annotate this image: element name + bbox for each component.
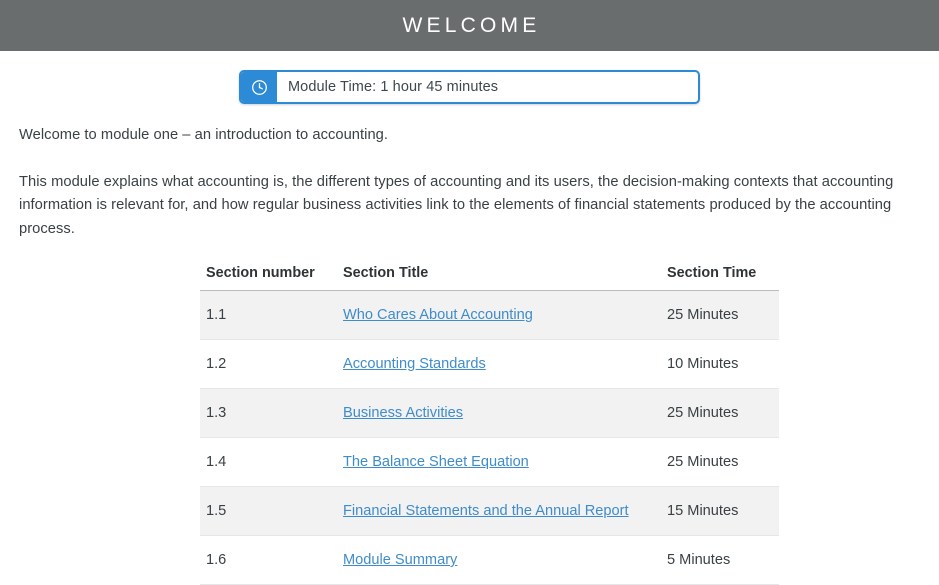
cell-section-title: The Balance Sheet Equation (337, 437, 661, 487)
module-time-container: Module Time: 1 hour 45 minutes (0, 70, 939, 104)
cell-section-number: 1.5 (200, 486, 337, 536)
column-header-section-time: Section Time (661, 265, 779, 291)
page-header-bar: WELCOME (0, 0, 939, 51)
table-header-row: Section number Section Title Section Tim… (200, 265, 779, 291)
table-row: 1.2 Accounting Standards 10 Minutes (200, 339, 779, 389)
section-link[interactable]: Accounting Standards (343, 356, 486, 372)
section-link[interactable]: The Balance Sheet Equation (343, 454, 529, 470)
cell-section-title: Financial Statements and the Annual Repo… (337, 486, 661, 536)
cell-section-time: 25 Minutes (661, 290, 779, 340)
cell-section-number: 1.4 (200, 437, 337, 487)
section-link[interactable]: Business Activities (343, 405, 463, 421)
section-link[interactable]: Module Summary (343, 552, 457, 568)
cell-section-time: 25 Minutes (661, 388, 779, 438)
table-row: 1.5 Financial Statements and the Annual … (200, 486, 779, 536)
sections-table-head: Section number Section Title Section Tim… (200, 265, 779, 291)
cell-section-title: Who Cares About Accounting (337, 290, 661, 340)
sections-table-container: Section number Section Title Section Tim… (0, 265, 939, 585)
column-header-section-number: Section number (200, 265, 337, 291)
column-header-section-title: Section Title (337, 265, 661, 291)
intro-section: Welcome to module one – an introduction … (0, 124, 939, 241)
clock-icon (241, 72, 277, 102)
cell-section-time: 25 Minutes (661, 437, 779, 487)
section-link[interactable]: Who Cares About Accounting (343, 307, 533, 323)
cell-section-number: 1.6 (200, 535, 337, 585)
section-link[interactable]: Financial Statements and the Annual Repo… (343, 503, 629, 519)
sections-table-body: 1.1 Who Cares About Accounting 25 Minute… (200, 290, 779, 585)
sections-table: Section number Section Title Section Tim… (200, 265, 779, 585)
cell-section-number: 1.3 (200, 388, 337, 438)
intro-paragraph-2: This module explains what accounting is,… (19, 173, 894, 237)
table-row: 1.3 Business Activities 25 Minutes (200, 388, 779, 438)
cell-section-number: 1.2 (200, 339, 337, 389)
cell-section-time: 5 Minutes (661, 535, 779, 585)
table-row: 1.4 The Balance Sheet Equation 25 Minute… (200, 437, 779, 487)
intro-paragraph-1: Welcome to module one – an introduction … (19, 127, 389, 143)
module-time-badge: Module Time: 1 hour 45 minutes (239, 70, 700, 104)
cell-section-title: Accounting Standards (337, 339, 661, 389)
page-title: WELCOME (402, 14, 541, 37)
table-row: 1.1 Who Cares About Accounting 25 Minute… (200, 290, 779, 340)
cell-section-title: Business Activities (337, 388, 661, 438)
cell-section-number: 1.1 (200, 290, 337, 340)
table-row: 1.6 Module Summary 5 Minutes (200, 535, 779, 585)
cell-section-title: Module Summary (337, 535, 661, 585)
module-time-label: Module Time: 1 hour 45 minutes (288, 79, 499, 95)
cell-section-time: 10 Minutes (661, 339, 779, 389)
cell-section-time: 15 Minutes (661, 486, 779, 536)
